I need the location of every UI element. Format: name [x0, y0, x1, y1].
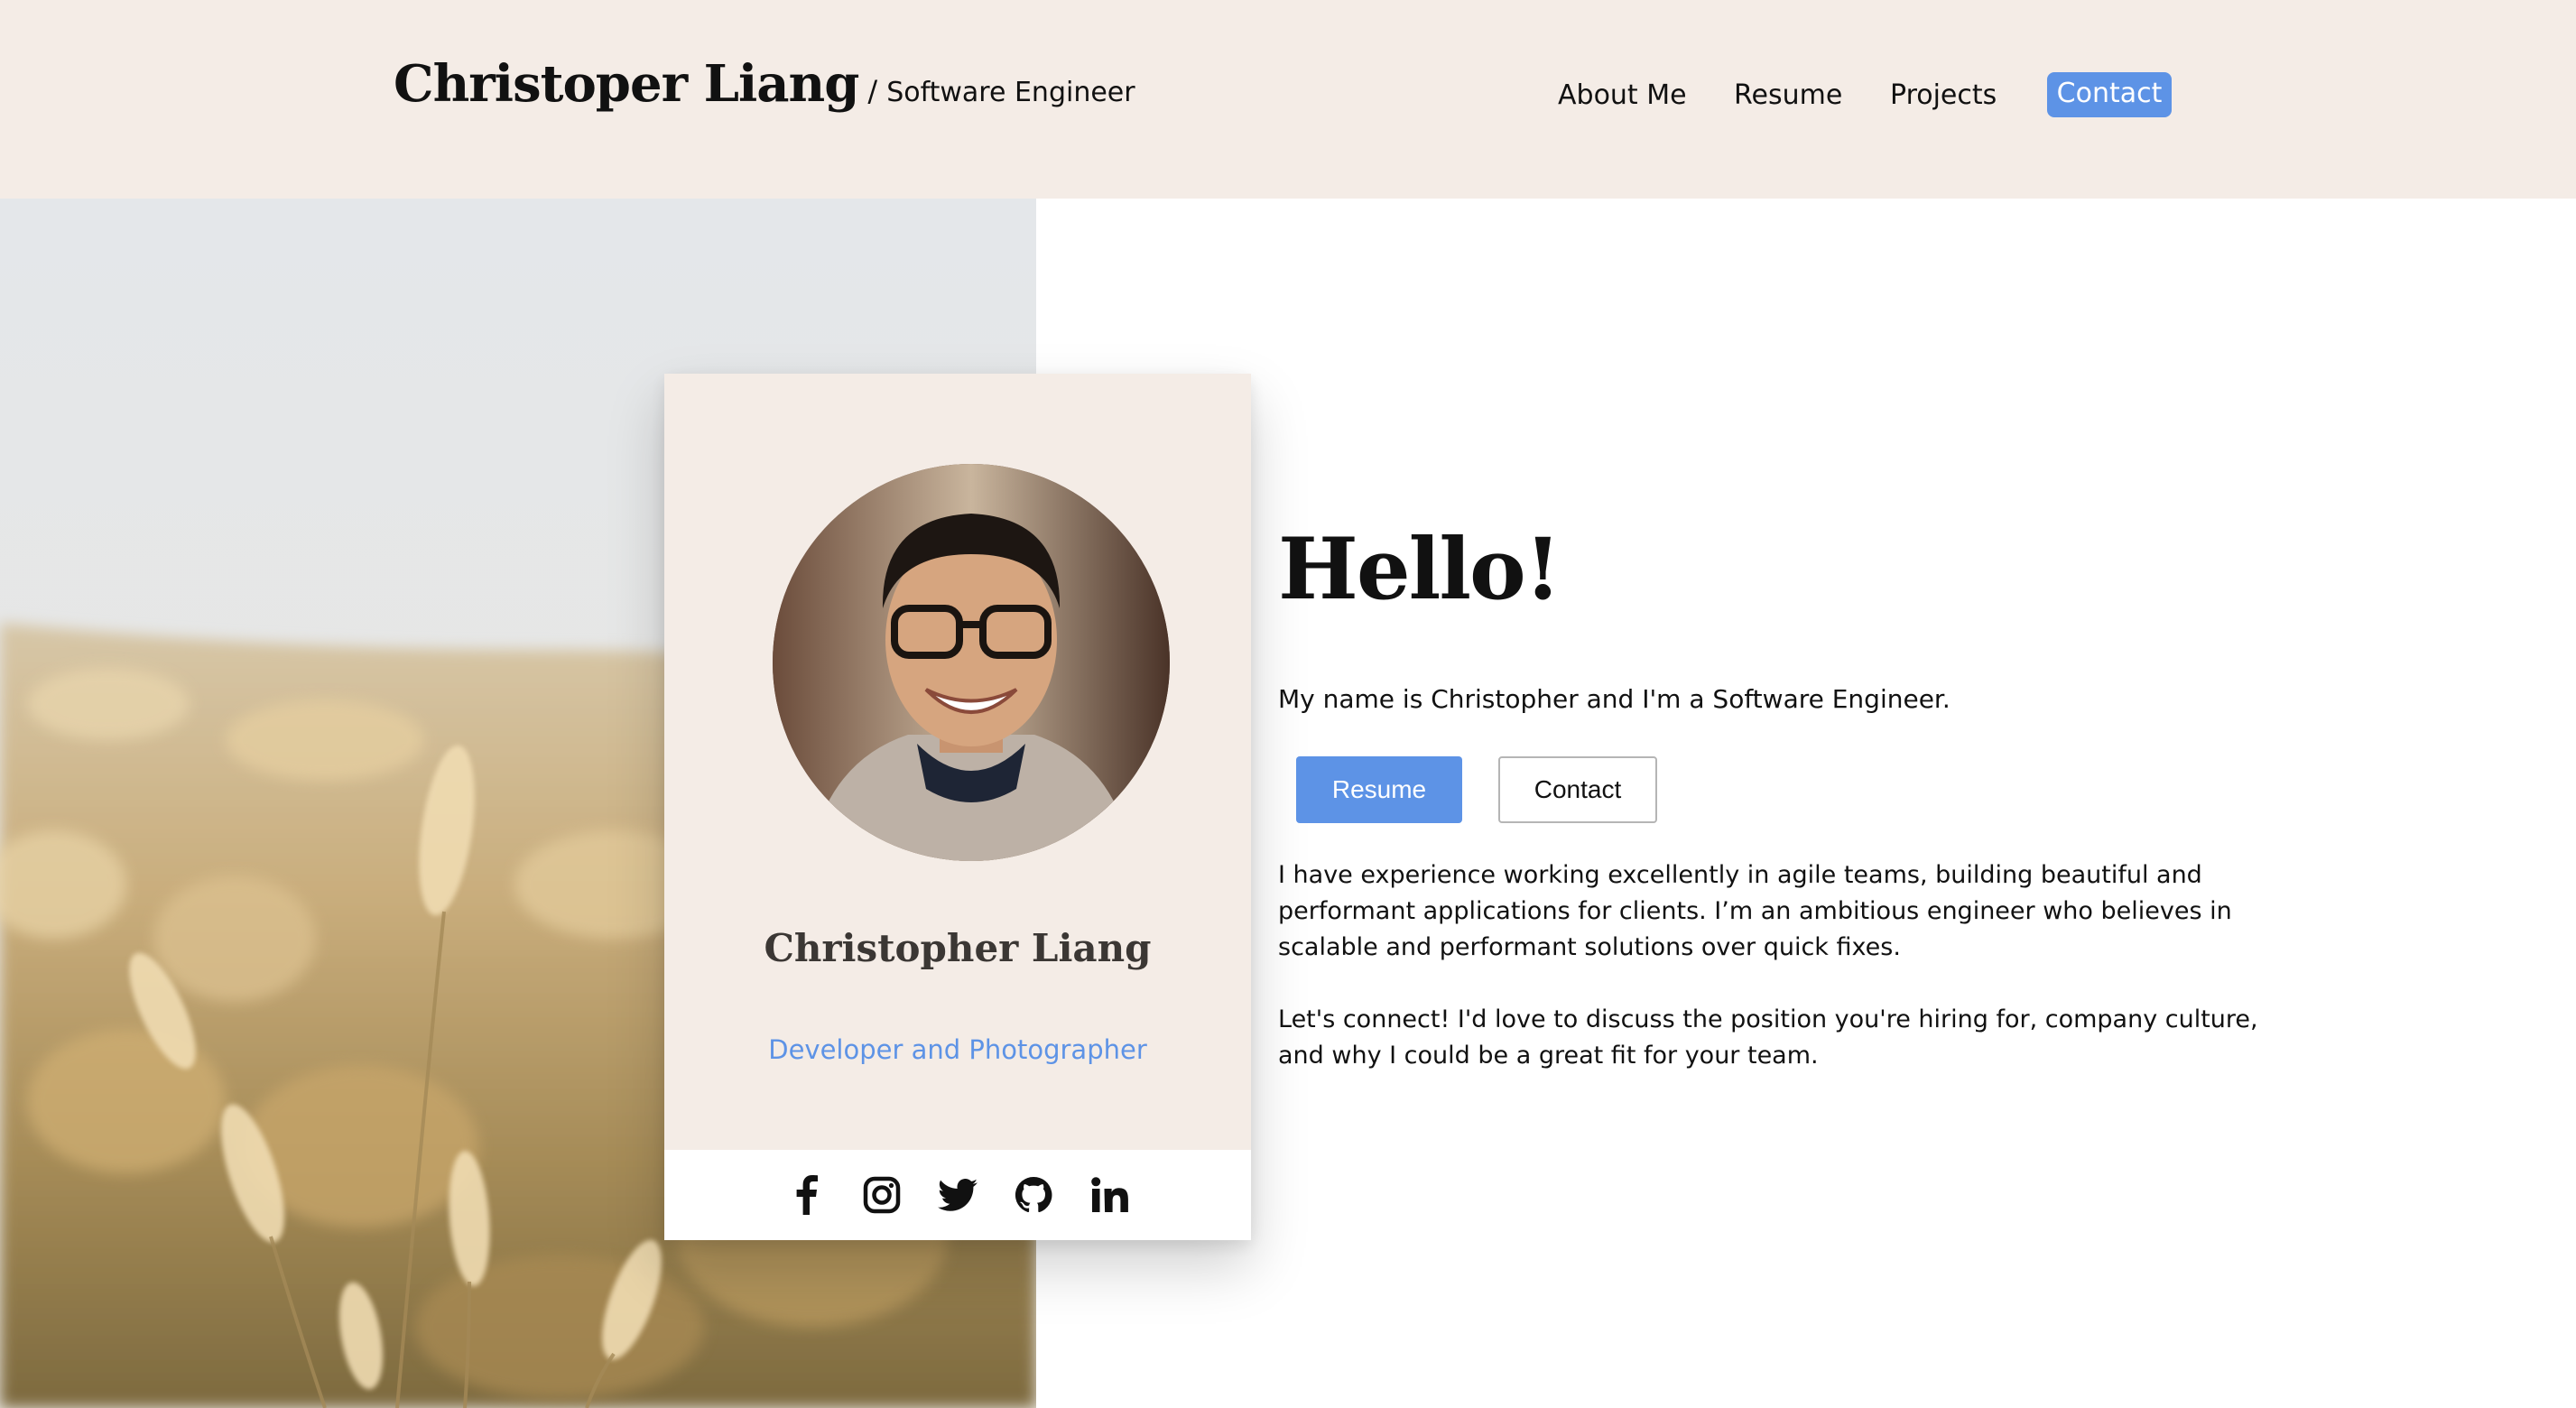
nav-projects[interactable]: Projects: [1890, 72, 1997, 119]
nav-about-me[interactable]: About Me: [1558, 72, 1687, 119]
intro-subtitle: My name is Christopher and I'm a Softwar…: [1278, 684, 1951, 714]
github-icon[interactable]: [1014, 1175, 1053, 1215]
site-header: Christoper Liang / Software Engineer Abo…: [0, 0, 2576, 199]
linkedin-icon[interactable]: [1089, 1175, 1129, 1215]
social-links: [664, 1150, 1251, 1240]
twitter-icon[interactable]: [938, 1175, 978, 1215]
profile-card: Christopher Liang Developer and Photogra…: [664, 374, 1251, 1240]
intro-paragraph-connect: Let's connect! I'd love to discuss the p…: [1278, 1005, 2258, 1070]
contact-button[interactable]: Contact: [1498, 756, 1657, 823]
brand-name[interactable]: Christoper Liang: [394, 54, 859, 114]
facebook-icon[interactable]: [786, 1175, 826, 1215]
nav-contact[interactable]: Contact: [2047, 72, 2172, 117]
brand-separator: /: [867, 74, 878, 108]
brand-role: Software Engineer: [886, 77, 1135, 108]
nav-resume[interactable]: Resume: [1734, 72, 1842, 119]
brand[interactable]: Christoper Liang / Software Engineer: [394, 54, 1135, 114]
instagram-icon[interactable]: [862, 1175, 902, 1215]
avatar: [773, 464, 1170, 861]
resume-button[interactable]: Resume: [1296, 756, 1462, 823]
intro-paragraph-experience: I have experience working excellently in…: [1278, 861, 2232, 961]
hello-heading: Hello!: [1278, 520, 1561, 619]
